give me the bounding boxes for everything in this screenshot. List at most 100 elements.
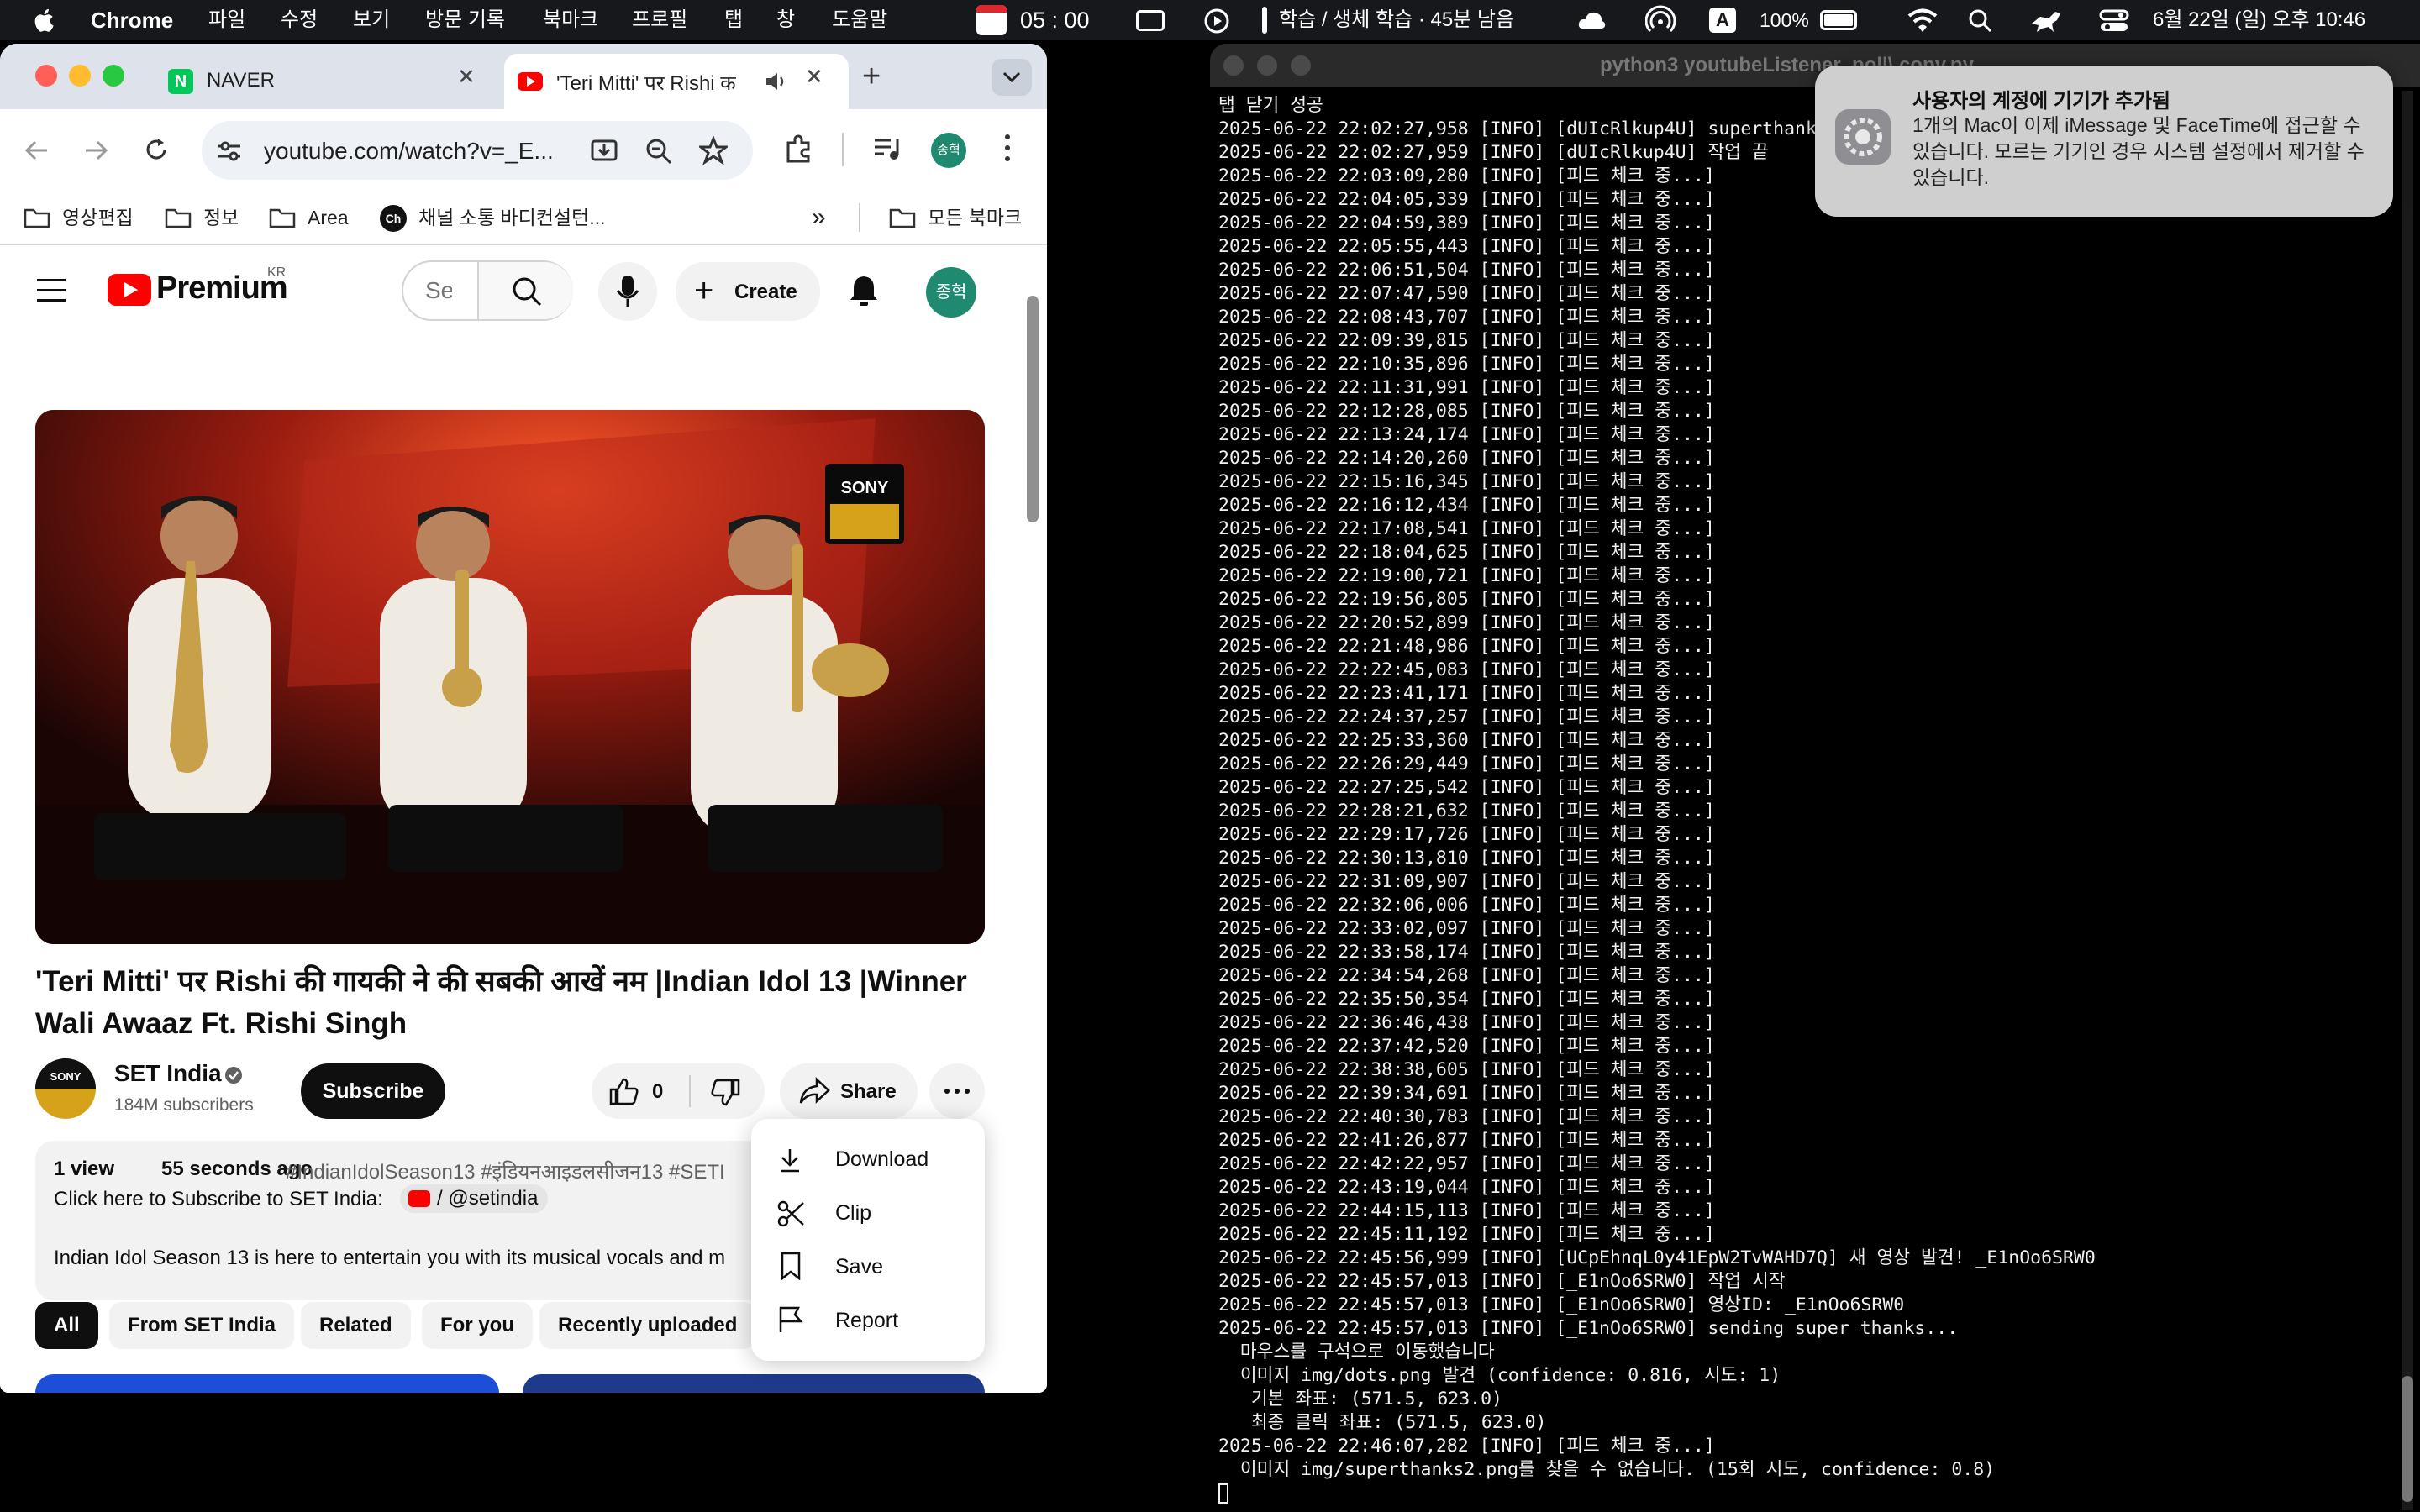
- battery-icon[interactable]: [1820, 10, 1857, 30]
- user-avatar[interactable]: 종혁: [926, 267, 976, 318]
- chip-recently-uploaded[interactable]: Recently uploaded: [539, 1302, 756, 1349]
- close-window-button[interactable]: [1223, 55, 1244, 76]
- spotlight-search-icon[interactable]: [1968, 8, 1993, 34]
- zoom-window-button[interactable]: [103, 65, 124, 87]
- menu-view[interactable]: 보기: [353, 0, 390, 40]
- notifications-bell-icon[interactable]: [849, 274, 879, 307]
- focus-session-label[interactable]: 학습 / 생체 학습 · 45분 남음: [1279, 0, 1514, 40]
- profile-avatar[interactable]: 종혁: [931, 133, 966, 168]
- runcat-icon[interactable]: [2028, 5, 2065, 35]
- tab-naver[interactable]: N NAVER ✕: [155, 54, 499, 109]
- terminal-scrollbar-thumb[interactable]: [2402, 1376, 2413, 1502]
- bookmark-item[interactable]: 영상편집: [62, 190, 134, 245]
- menu-item-report[interactable]: Report: [751, 1294, 985, 1347]
- bookmarks-overflow-icon[interactable]: »: [812, 190, 826, 245]
- all-bookmarks-button[interactable]: 모든 북마크: [928, 190, 1022, 245]
- close-tab-icon[interactable]: ✕: [805, 64, 823, 90]
- media-controls-icon[interactable]: [872, 134, 902, 163]
- terminal-line: 2025-06-22 22:39:34,691 [INFO] [피드 체크 중.…: [1218, 1083, 1715, 1104]
- reload-icon[interactable]: [143, 136, 170, 163]
- menu-item-save[interactable]: Save: [751, 1240, 985, 1294]
- wifi-icon[interactable]: [1907, 7, 1938, 34]
- input-source-indicator[interactable]: A: [1709, 8, 1736, 33]
- terminal-line: 이미지 img/superthanks2.png를 찾을 수 없습니다. (15…: [1218, 1459, 1996, 1480]
- page-scrollbar-thumb[interactable]: [1027, 296, 1039, 522]
- tab-youtube[interactable]: 'Teri Mitti' पर Rishi क ✕: [504, 54, 849, 109]
- menu-window[interactable]: 창: [776, 0, 795, 40]
- folder-icon: [269, 208, 296, 228]
- share-button[interactable]: Share: [780, 1063, 918, 1119]
- subscribe-button[interactable]: Subscribe: [301, 1063, 445, 1119]
- terminal-scrollbar-track[interactable]: [2402, 91, 2413, 1510]
- menu-edit[interactable]: 수정: [281, 0, 318, 40]
- chip-related[interactable]: Related: [301, 1302, 411, 1349]
- minimize-window-button[interactable]: [1257, 55, 1277, 76]
- video-thumbnail[interactable]: [35, 1374, 499, 1393]
- menu-file[interactable]: 파일: [208, 0, 245, 40]
- weather-cloud-icon[interactable]: [1576, 7, 1607, 34]
- video-thumbnail[interactable]: [523, 1374, 985, 1393]
- create-button[interactable]: + Create: [676, 262, 820, 321]
- play-circle-icon[interactable]: [1203, 8, 1230, 34]
- control-center-icon[interactable]: [2099, 8, 2129, 34]
- search-input[interactable]: [425, 274, 452, 307]
- terminal-line: 2025-06-22 22:45:56,999 [INFO] [UCpEhnqL…: [1218, 1247, 2096, 1268]
- extensions-puzzle-icon[interactable]: [783, 134, 813, 165]
- speaker-audio-icon[interactable]: [765, 71, 788, 92]
- terminal-line: 2025-06-22 22:45:57,013 [INFO] [_E1nOo6S…: [1218, 1294, 1905, 1315]
- menu-item-download[interactable]: Download: [751, 1132, 985, 1186]
- back-arrow-icon[interactable]: [24, 138, 50, 163]
- menu-help[interactable]: 도움말: [832, 0, 887, 40]
- menu-bookmarks[interactable]: 북마크: [543, 0, 598, 40]
- install-app-icon[interactable]: [590, 138, 618, 165]
- menubar-clock[interactable]: 6월 22일 (일) 오후 10:46: [2153, 0, 2365, 40]
- chip-all[interactable]: All: [35, 1302, 98, 1349]
- menu-tab[interactable]: 탭: [724, 0, 743, 40]
- zoom-window-button[interactable]: [1291, 55, 1311, 76]
- minimize-window-button[interactable]: [69, 65, 91, 87]
- bookmark-item[interactable]: 채널 소통 바디컨설턴...: [418, 190, 605, 245]
- airdrop-icon[interactable]: [1645, 5, 1676, 35]
- channel-name[interactable]: SET India: [114, 1060, 222, 1087]
- menu-app-name[interactable]: Chrome: [91, 0, 173, 40]
- channel-handle-link[interactable]: / @setindia: [400, 1184, 549, 1213]
- channel-avatar[interactable]: SONY: [35, 1058, 96, 1119]
- video-player[interactable]: SONY: [35, 410, 985, 944]
- pomodoro-timer[interactable]: 05 : 00: [1020, 0, 1090, 40]
- tab-search-button[interactable]: [992, 59, 1032, 96]
- dislike-button[interactable]: [691, 1063, 765, 1119]
- apple-menu-icon[interactable]: [32, 7, 59, 34]
- url-text[interactable]: youtube.com/watch?v=_E...: [264, 138, 554, 165]
- menu-history[interactable]: 방문 기록: [425, 0, 505, 40]
- like-button[interactable]: 0: [592, 1063, 689, 1119]
- youtube-logo-icon[interactable]: [108, 274, 151, 306]
- site-settings-icon[interactable]: [217, 139, 242, 163]
- menu-item-clip[interactable]: Clip: [751, 1186, 985, 1240]
- flag-icon: [779, 1306, 803, 1332]
- voice-search-button[interactable]: [598, 262, 657, 321]
- chip-from-channel[interactable]: From SET India: [109, 1302, 295, 1349]
- search-box[interactable]: [402, 260, 573, 321]
- calendar-app-icon[interactable]: [976, 5, 1007, 35]
- close-window-button[interactable]: [35, 65, 57, 87]
- screen-mirroring-icon[interactable]: [1136, 10, 1165, 31]
- zoom-out-icon[interactable]: [645, 138, 672, 165]
- chip-for-you[interactable]: For you: [422, 1302, 533, 1349]
- hamburger-menu-icon[interactable]: [37, 279, 66, 302]
- bookmark-item[interactable]: 정보: [203, 190, 239, 245]
- search-button[interactable]: [477, 262, 573, 319]
- terminal-line: 2025-06-22 22:05:55,443 [INFO] [피드 체크 중.…: [1218, 236, 1715, 257]
- close-tab-icon[interactable]: ✕: [457, 64, 476, 90]
- system-notification[interactable]: 사용자의 계정에 기기가 추가됨 1개의 Mac이 이제 iMessage 및 …: [1815, 66, 2393, 217]
- forward-arrow-icon[interactable]: [82, 138, 109, 163]
- terminal-output[interactable]: 탭 닫기 성공 2025-06-22 22:02:27,958 [INFO] [d…: [1218, 94, 2395, 1504]
- more-menu-icon[interactable]: [1005, 134, 1010, 165]
- hashtags[interactable]: #IndianIdolSeason13 #इंडियनआइडलसीजन13 #S…: [286, 1158, 756, 1185]
- menu-profile[interactable]: 프로필: [632, 0, 687, 40]
- download-icon: [781, 1149, 799, 1173]
- bookmark-item[interactable]: Area: [308, 190, 349, 245]
- bookmark-star-icon[interactable]: [699, 136, 728, 165]
- new-tab-icon[interactable]: +: [862, 59, 881, 95]
- address-bar[interactable]: youtube.com/watch?v=_E...: [202, 121, 753, 180]
- more-actions-button[interactable]: [929, 1063, 985, 1119]
